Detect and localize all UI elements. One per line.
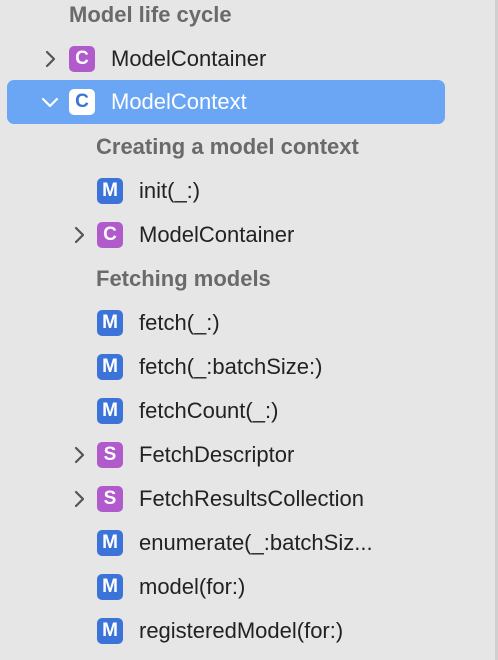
tree-item-label: enumerate(_:batchSiz...	[139, 530, 373, 555]
tree-item-init[interactable]: M init(_:)	[0, 169, 495, 213]
tree-item-model-for[interactable]: M model(for:)	[0, 565, 495, 609]
tree-item-label: ModelContext	[111, 89, 247, 114]
tree-item-enumerate[interactable]: M enumerate(_:batchSiz...	[0, 521, 495, 565]
chevron-right-icon[interactable]	[69, 213, 89, 257]
tree-item-label: ModelContainer	[139, 222, 295, 247]
tree-item-label: ModelContainer	[111, 46, 267, 71]
method-badge-icon: M	[97, 530, 123, 556]
tree-item-modelcontainer[interactable]: C ModelContainer	[0, 37, 495, 81]
chevron-down-icon[interactable]	[40, 80, 60, 124]
chevron-right-icon[interactable]	[40, 37, 60, 81]
tree-item-modelcontainer-child[interactable]: C ModelContainer	[0, 213, 495, 257]
tree-item-label: init(_:)	[139, 178, 201, 203]
tree-item-label: fetch(_:)	[139, 310, 220, 335]
chevron-right-icon[interactable]	[69, 477, 89, 521]
group-header-fetching-models: Fetching models	[96, 266, 271, 291]
tree-item-fetchcount[interactable]: M fetchCount(_:)	[0, 389, 495, 433]
tree-item-fetch[interactable]: M fetch(_:)	[0, 301, 495, 345]
tree-item-label: FetchDescriptor	[139, 442, 295, 467]
tree-item-fetchresultscollection[interactable]: S FetchResultsCollection	[0, 477, 495, 521]
struct-badge-icon: S	[97, 442, 123, 468]
method-badge-icon: M	[97, 398, 123, 424]
class-badge-icon: C	[69, 89, 95, 115]
tree-item-label: fetch(_:batchSize:)	[139, 354, 323, 379]
group-header-creating-a-model-context: Creating a model context	[96, 134, 359, 159]
method-badge-icon: M	[97, 618, 123, 644]
class-badge-icon: C	[97, 222, 123, 248]
tree-item-label: model(for:)	[139, 574, 246, 599]
tree-item-fetch-batchsize[interactable]: M fetch(_:batchSize:)	[0, 345, 495, 389]
tree-item-registeredmodel[interactable]: M registeredModel(for:)	[0, 609, 495, 653]
tree-item-fetchdescriptor[interactable]: S FetchDescriptor	[0, 433, 495, 477]
tree-item-modelcontext-selected[interactable]: C ModelContext	[7, 80, 445, 124]
struct-badge-icon: S	[97, 486, 123, 512]
section-header-model-life-cycle: Model life cycle	[69, 2, 232, 27]
tree-item-label: FetchResultsCollection	[139, 486, 364, 511]
documentation-sidebar: Model life cycle C ModelContainer C Mode…	[0, 0, 498, 660]
method-badge-icon: M	[97, 354, 123, 380]
method-badge-icon: M	[97, 310, 123, 336]
chevron-right-icon[interactable]	[69, 433, 89, 477]
class-badge-icon: C	[69, 46, 95, 72]
method-badge-icon: M	[97, 178, 123, 204]
tree-item-label: fetchCount(_:)	[139, 398, 279, 423]
method-badge-icon: M	[97, 574, 123, 600]
tree-item-label: registeredModel(for:)	[139, 618, 344, 643]
